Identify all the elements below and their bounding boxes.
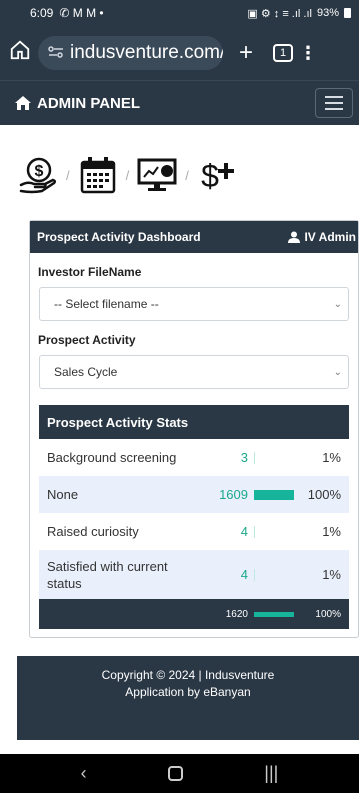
stat-count: 3 (240, 450, 248, 465)
new-tab-icon[interactable]: + (223, 39, 269, 67)
stats-table: Prospect Activity Stats Background scree… (39, 405, 349, 629)
stats-total-row: 1620 100% (39, 599, 349, 629)
home-button-icon[interactable] (167, 766, 183, 781)
dollar-plus-icon[interactable]: $ (196, 154, 238, 196)
total-percent: 100% (315, 608, 341, 620)
total-bar (254, 611, 294, 617)
breadcrumb-separator: / (66, 167, 70, 183)
signal-icons: ▣ ⚙ ↕ ≡ .ıl .ıl (247, 7, 312, 20)
dashboard-monitor-icon[interactable] (136, 154, 178, 196)
prospect-activity-label: Prospect Activity (38, 333, 136, 347)
stat-count: 4 (240, 524, 248, 539)
credit-text: Application by eBanyan (125, 685, 251, 699)
stat-bar (254, 451, 294, 464)
browser-menu-icon[interactable]: ⋮ (293, 43, 323, 64)
brand-title: ADMIN PANEL (37, 94, 141, 112)
card-title: Prospect Activity Dashboard (37, 230, 201, 244)
stat-name: Satisfied with current status (47, 558, 168, 591)
stat-row: Raised curiosity 4 1% (39, 513, 349, 550)
status-time: 6:09 (30, 6, 54, 20)
site-settings-icon[interactable] (48, 45, 64, 61)
stat-name: None (47, 487, 79, 502)
back-icon[interactable]: ‹ (81, 763, 87, 784)
stat-count: 4 (240, 567, 248, 582)
recents-icon[interactable]: ||| (264, 763, 278, 784)
brand-link[interactable]: ADMIN PANEL (14, 95, 140, 112)
stat-row: Background screening 3 1% (39, 439, 349, 476)
stat-percent: 100% (307, 487, 341, 502)
battery-icon (344, 8, 351, 18)
stat-name: Background screening (47, 450, 177, 465)
tab-switcher-button[interactable]: 1 (273, 44, 293, 62)
investor-filename-label: Investor FileName (38, 265, 142, 279)
address-bar[interactable]: indusventure.com/ (38, 36, 223, 70)
browser-toolbar: indusventure.com/ + 1 ⋮ (0, 26, 359, 80)
stat-bar (254, 568, 294, 581)
house-icon (15, 96, 31, 110)
stat-percent: 1% (322, 524, 341, 539)
stat-percent: 1% (322, 567, 341, 582)
user-icon (288, 231, 301, 243)
site-footer: Copyright © 2024 | Indusventure Applicat… (17, 656, 359, 740)
chevron-down-icon: ⌄ (333, 298, 342, 310)
module-icon-nav: $ / / / $ (0, 125, 359, 225)
stat-count: 1609 (219, 487, 248, 502)
total-count: 1620 (225, 608, 248, 620)
stat-name: Raised curiosity (47, 524, 139, 539)
user-badge[interactable]: IV Admin (288, 230, 358, 244)
breadcrumb-separator: / (185, 167, 189, 183)
prospect-activity-card: Prospect Activity Dashboard IV Admin Inv… (29, 220, 359, 638)
hamburger-menu-button[interactable] (315, 88, 353, 118)
system-nav-bar: ‹ ||| (0, 754, 359, 793)
stats-title: Prospect Activity Stats (39, 405, 349, 439)
url-text[interactable]: indusventure.com/ (70, 42, 223, 64)
investor-filename-select[interactable]: -- Select filename -- ⌄ (39, 287, 349, 321)
dollar-hand-icon[interactable]: $ (17, 154, 59, 196)
investor-filename-value: -- Select filename -- (54, 297, 159, 311)
stat-percent: 1% (322, 450, 341, 465)
battery-level: 93% (316, 7, 339, 19)
breadcrumb-separator: / (125, 167, 130, 183)
stat-bar (254, 525, 294, 538)
svg-text:$: $ (35, 163, 44, 180)
stat-row: Satisfied with current status 4 1% (39, 550, 349, 599)
chevron-down-icon: ⌄ (333, 366, 342, 378)
admin-navbar: ADMIN PANEL (0, 80, 359, 125)
stat-bar (254, 489, 294, 500)
user-name: IV Admin (304, 230, 356, 244)
status-bar: 6:09 ✆ M M • ▣ ⚙ ↕ ≡ .ıl .ıl 93% (0, 0, 359, 26)
svg-text:$: $ (201, 158, 219, 194)
prospect-activity-value: Sales Cycle (54, 365, 118, 379)
stat-row: None 1609 100% (39, 476, 349, 513)
card-header: Prospect Activity Dashboard IV Admin (30, 221, 358, 253)
prospect-activity-select[interactable]: Sales Cycle ⌄ (39, 355, 349, 389)
copyright-text: Copyright © 2024 | Indusventure (101, 668, 275, 682)
home-icon[interactable] (6, 39, 34, 67)
calendar-icon[interactable] (77, 154, 119, 196)
notification-icons: ✆ M M • (59, 6, 104, 20)
